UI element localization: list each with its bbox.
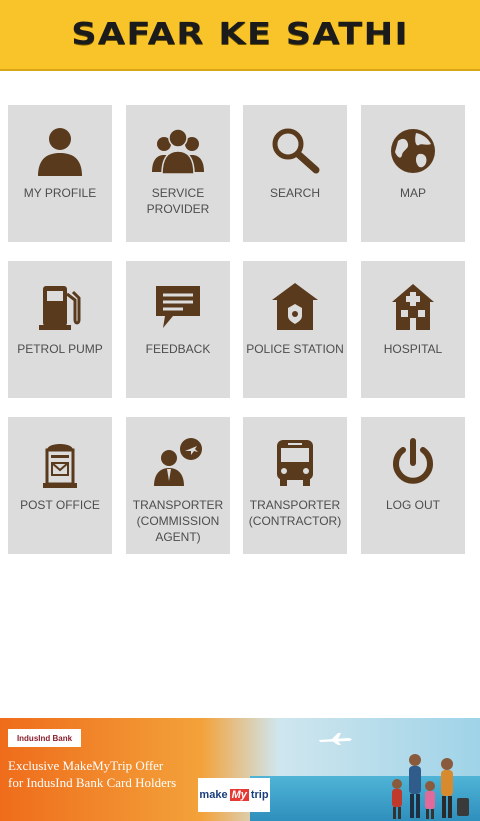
power-icon [383,433,443,493]
hospital-icon [383,277,443,337]
menu-tile-log-out[interactable]: LOG OUT [361,417,465,554]
postbox-icon [30,433,90,493]
menu-label: TRANSPORTER (COMMISSION AGENT) [132,498,224,544]
ad-offer-line1: Exclusive MakeMyTrip Offer [8,758,164,773]
menu-tile-feedback[interactable]: FEEDBACK [126,261,230,398]
indusind-bank-logo: IndusInd Bank [8,729,81,747]
app-title: SAFAR KE SATHI [71,17,409,52]
menu-tile-my-profile[interactable]: MY PROFILE [8,105,112,242]
mmt-my: My [229,789,249,801]
ad-offer-line2: for IndusInd Bank Card Holders [8,775,177,790]
chat-bubble-icon [148,277,208,337]
menu-tile-hospital[interactable]: HOSPITAL [361,261,465,398]
makemytrip-logo: make My trip [198,778,270,812]
menu-label: TRANSPORTER (CONTRACTOR) [248,498,342,528]
menu-tile-petrol-pump[interactable]: PETROL PUMP [8,261,112,398]
menu-label: POLICE STATION [246,342,344,356]
menu-tile-police-station[interactable]: POLICE STATION [243,261,347,398]
menu-label: POST OFFICE [20,498,100,512]
menu-label: MY PROFILE [23,186,97,200]
agent-plane-icon [148,433,208,493]
menu-tile-service-provider[interactable]: SERVICE PROVIDER [126,105,230,242]
menu-label: PETROL PUMP [17,342,103,356]
menu-tile-post-office[interactable]: POST OFFICE [8,417,112,554]
mmt-make: make [199,789,228,801]
airplane-icon [319,733,352,745]
mmt-trip: trip [250,789,269,801]
app-header: SAFAR KE SATHI [0,0,480,71]
person-icon [30,121,90,181]
globe-icon [383,121,443,181]
family-image [392,754,469,819]
search-icon [265,121,325,181]
menu-label: SEARCH [269,186,320,200]
menu-label: FEEDBACK [145,342,211,356]
group-icon [148,121,208,181]
ad-banner[interactable]: IndusInd Bank Exclusive MakeMyTrip Offer… [0,718,480,821]
menu-tile-search[interactable]: SEARCH [243,105,347,242]
menu-label: MAP [399,186,426,200]
menu-tile-transporter-contractor[interactable]: TRANSPORTER (CONTRACTOR) [243,417,347,554]
menu-label: HOSPITAL [383,342,443,356]
bus-icon [265,433,325,493]
menu-label: SERVICE PROVIDER [146,186,210,216]
menu-tile-transporter-commission-agent[interactable]: TRANSPORTER (COMMISSION AGENT) [126,417,230,554]
police-badge-icon [265,277,325,337]
menu-label: LOG OUT [385,498,440,512]
fuel-pump-icon [30,277,90,337]
menu-tile-map[interactable]: MAP [361,105,465,242]
